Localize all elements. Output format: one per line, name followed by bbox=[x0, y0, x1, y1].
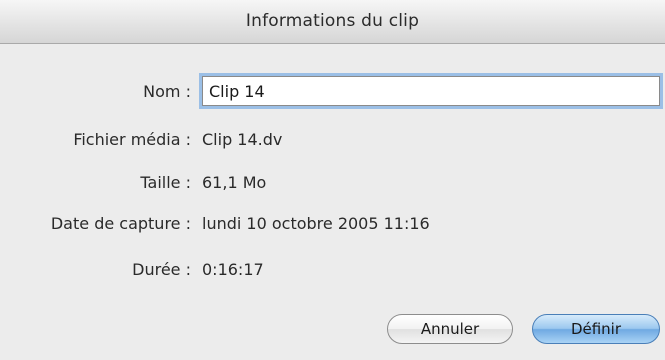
capture-date-label: Date de capture : bbox=[50, 214, 191, 233]
duration-row: Durée : 0:16:17 bbox=[0, 254, 665, 286]
cancel-button[interactable]: Annuler bbox=[387, 314, 513, 344]
duration-value: 0:16:17 bbox=[202, 260, 264, 279]
dialog-title: Informations du clip bbox=[245, 11, 420, 31]
capture-date-row: Date de capture : lundi 10 octobre 2005 … bbox=[0, 208, 665, 240]
name-input[interactable] bbox=[202, 76, 660, 106]
name-label: Nom : bbox=[143, 82, 191, 101]
clip-info-dialog: Informations du clip Nom : Fichier média… bbox=[0, 0, 665, 360]
media-file-row: Fichier média : Clip 14.dv bbox=[0, 124, 665, 156]
media-file-label: Fichier média : bbox=[73, 130, 191, 149]
size-label: Taille : bbox=[140, 173, 191, 192]
define-button[interactable]: Définir bbox=[532, 314, 660, 344]
size-value: 61,1 Mo bbox=[202, 173, 267, 192]
media-file-value: Clip 14.dv bbox=[202, 130, 283, 149]
capture-date-value: lundi 10 octobre 2005 11:16 bbox=[202, 214, 430, 233]
title-bar: Informations du clip bbox=[0, 0, 665, 44]
name-row: Nom : bbox=[0, 76, 665, 108]
size-row: Taille : 61,1 Mo bbox=[0, 167, 665, 199]
duration-label: Durée : bbox=[132, 260, 191, 279]
